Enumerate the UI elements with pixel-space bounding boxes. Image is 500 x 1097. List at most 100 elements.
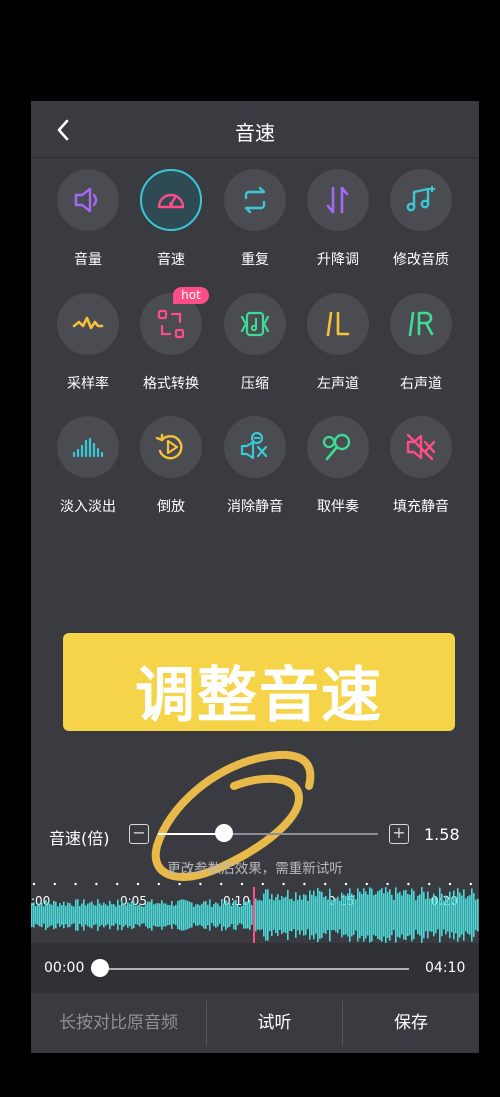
waveform-bar	[269, 898, 271, 932]
waveform-bar	[231, 905, 233, 925]
waveform-bar	[217, 903, 219, 927]
waveform-bar	[109, 900, 111, 930]
playback-progress-thumb[interactable]	[91, 959, 109, 977]
waveform-bar	[37, 905, 39, 925]
waveform-bar	[445, 895, 447, 935]
waveform-bar	[271, 894, 273, 936]
audio-waveform[interactable]	[31, 887, 479, 943]
tool-repeat[interactable]: 重复	[213, 169, 297, 279]
tool-left-channel[interactable]: 左声道	[296, 293, 380, 403]
waveform-bar	[427, 891, 429, 939]
playhead[interactable]	[253, 887, 255, 943]
waveform-bar	[453, 890, 455, 940]
tick-dot	[199, 882, 202, 886]
waveform-bar	[437, 900, 439, 930]
waveform-bar	[209, 899, 211, 931]
waveform-bar	[211, 906, 213, 924]
waveform-bar	[119, 905, 121, 925]
waveform-bar	[363, 888, 365, 942]
waveform-bar	[69, 903, 71, 927]
waveform-bar	[165, 903, 167, 927]
waveform-bar	[443, 900, 445, 930]
waveform-bar	[275, 897, 277, 933]
waveform-bar	[351, 893, 353, 937]
waveform-bar	[171, 901, 173, 929]
waveform-bar	[417, 895, 419, 935]
waveform-bar	[235, 899, 237, 931]
waveform-bar	[307, 900, 309, 930]
waveform-bar	[295, 892, 297, 938]
waveform-bar	[277, 894, 279, 936]
tick-dot	[303, 882, 306, 886]
speed-slider-track[interactable]	[158, 833, 378, 835]
music-note-icon	[406, 186, 435, 212]
waveform-bar	[193, 906, 195, 924]
waveform-bar	[403, 890, 405, 940]
waveform-bar	[55, 901, 57, 929]
tool-fill-silence[interactable]: 填充静音	[379, 416, 463, 526]
tool-compress[interactable]: 压缩	[213, 293, 297, 403]
waveform-bar	[305, 895, 307, 935]
waveform-bar	[439, 887, 441, 943]
tick-dot	[74, 882, 77, 886]
page-title: 音速	[235, 121, 275, 145]
waveform-bar	[53, 900, 55, 930]
waveform-bar	[101, 905, 103, 925]
waveform-bar	[57, 906, 59, 924]
waveform-bar	[343, 894, 345, 936]
tool-volume[interactable]: 音量	[46, 169, 130, 279]
waveform-bar	[157, 903, 159, 927]
waveform-bar	[149, 901, 151, 929]
waveform-bar	[339, 900, 341, 930]
waveform-bar	[43, 906, 45, 924]
waveform-bar	[227, 902, 229, 928]
waveform-bar	[309, 890, 311, 940]
waveform-bar	[429, 898, 431, 932]
tool-pitch[interactable]: 升降调	[296, 169, 380, 279]
preview-button[interactable]: 试听	[207, 993, 342, 1053]
waveform-bar	[385, 887, 387, 943]
speed-value: 1.58	[424, 825, 460, 844]
waveform-bar	[367, 894, 369, 936]
tool-speed[interactable]: 音速	[129, 169, 213, 279]
tool-right-channel[interactable]: 右声道	[379, 293, 463, 403]
mute-speaker-icon	[406, 433, 436, 461]
tool-sample-rate[interactable]: 采样率	[46, 293, 130, 403]
tool-remove-silence[interactable]: 消除静音	[213, 416, 297, 526]
speed-slider-thumb[interactable]	[215, 824, 233, 842]
tool-format-convert[interactable]: 格式转换	[129, 293, 213, 403]
waveform-bar	[317, 887, 319, 943]
waveform-bar	[63, 901, 65, 929]
fade-bars-icon	[72, 437, 104, 458]
tool-accompaniment[interactable]: 取伴奏	[296, 416, 380, 526]
waveform-bar	[261, 900, 263, 930]
playback-progress-track[interactable]	[100, 968, 409, 970]
waveform-bar	[89, 902, 91, 928]
hot-badge: hot	[173, 287, 209, 304]
waveform-bar	[183, 899, 185, 931]
waveform-bar	[111, 904, 113, 926]
tick-dot	[136, 882, 140, 886]
waveform-bar	[383, 893, 385, 937]
tool-reverse[interactable]: 倒放	[129, 416, 213, 526]
tick-dot	[53, 882, 56, 886]
waveform-bar	[319, 890, 321, 940]
decrease-speed-button[interactable]: −	[129, 824, 149, 844]
waveform-bar	[137, 905, 139, 925]
save-button[interactable]: 保存	[343, 993, 479, 1053]
waveform-bar	[423, 891, 425, 939]
waveform-bar	[329, 888, 331, 942]
tool-quality[interactable]: 修改音质	[379, 169, 463, 279]
waveform-bar	[323, 897, 325, 933]
waveform-bar	[325, 895, 327, 935]
speaker-icon	[74, 187, 98, 213]
waveform-bar	[469, 895, 471, 935]
tool-fade[interactable]: 淡入淡出	[46, 416, 130, 526]
waveform-bar	[145, 903, 147, 927]
waveform-bar	[93, 904, 95, 926]
compare-original-button[interactable]: 长按对比原音频	[31, 993, 206, 1053]
increase-speed-button[interactable]: +	[389, 824, 409, 844]
waveform-bar	[263, 893, 265, 937]
left-channel-icon	[326, 311, 350, 337]
waveform-bar	[247, 901, 249, 929]
